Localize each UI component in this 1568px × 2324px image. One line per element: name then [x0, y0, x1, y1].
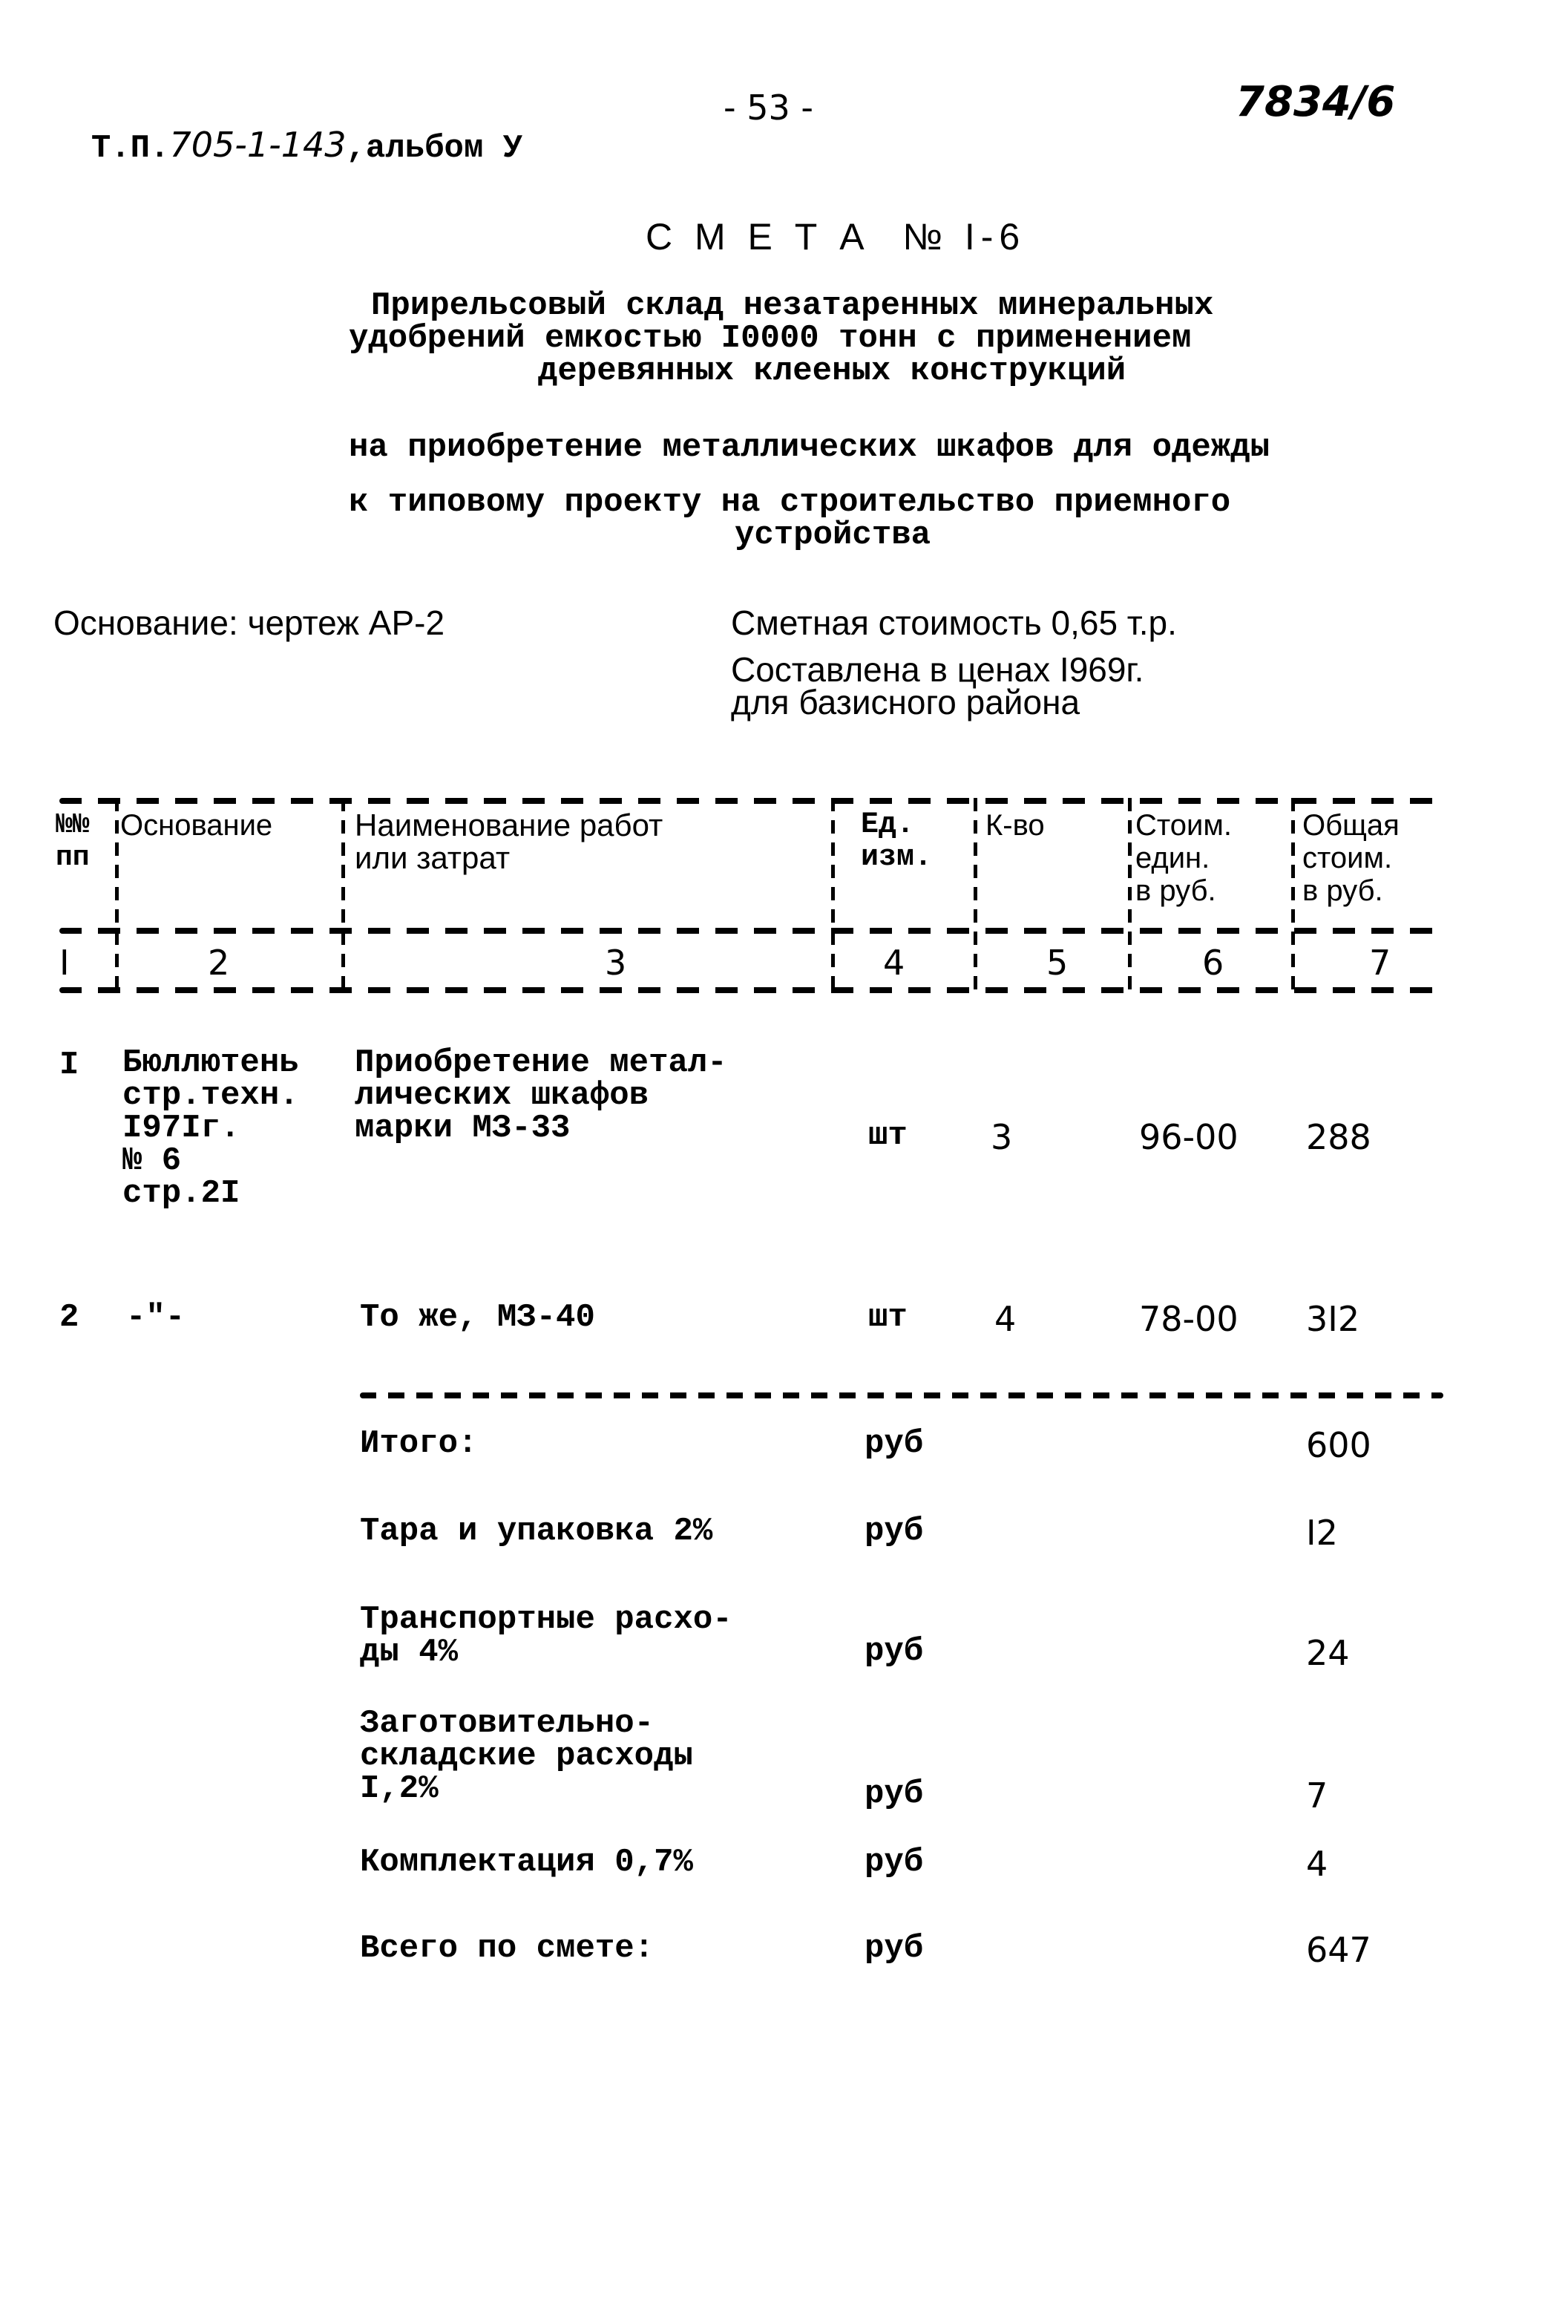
summary-value: 600 — [1306, 1425, 1371, 1465]
summary-label: Комплектация 0,7% — [360, 1844, 693, 1881]
header-total-cost: Общая стоим. в руб. — [1302, 809, 1400, 907]
summary-value: 647 — [1306, 1930, 1371, 1970]
header-basis: Основание — [120, 809, 273, 842]
summary-label: Транспортные расхо- ды 4% — [360, 1601, 732, 1671]
page-number: - 53 - — [724, 88, 813, 128]
row-unit-cost: 78-00 — [1139, 1299, 1239, 1339]
summary-unit: руб — [865, 1633, 924, 1670]
column-number-7: 7 — [1369, 943, 1391, 983]
row-number: 2 — [59, 1299, 79, 1336]
summary-value: 7 — [1306, 1775, 1328, 1816]
row-basis: -"- — [126, 1299, 186, 1336]
summary-value: 24 — [1306, 1633, 1350, 1673]
row-unit: шт — [868, 1299, 908, 1336]
summary-unit: руб — [865, 1425, 924, 1462]
row-basis: Бюллютень стр.техн. I97Iг. № 6 стр.2I — [122, 1044, 299, 1212]
column-divider-2 — [341, 798, 345, 991]
summary-label: Тара и упаковка 2% — [360, 1513, 713, 1550]
header-unit: Ед. изм. — [861, 808, 933, 874]
inventory-number: 7834/6 — [1236, 78, 1396, 126]
summary-label: Итого: — [360, 1425, 478, 1462]
row-number: I — [59, 1047, 79, 1084]
summary-separator — [360, 1392, 1443, 1398]
project-number: 705-1-143 — [169, 125, 347, 165]
summary-unit: руб — [865, 1844, 924, 1881]
summary-unit: руб — [865, 1775, 924, 1813]
table-number-rule — [59, 987, 1443, 993]
summary-value: 4 — [1306, 1844, 1328, 1884]
header-no: №№ пп — [56, 809, 90, 874]
column-number-6: 6 — [1202, 943, 1224, 983]
column-number-1: I — [59, 943, 70, 983]
summary-value: I2 — [1306, 1513, 1338, 1553]
summary-label: Заготовительно- складские расходы I,2% — [360, 1705, 693, 1807]
header-name: Наименование работ или затрат — [355, 808, 663, 875]
row-qty: 3 — [991, 1117, 1013, 1157]
subtitle-line-1: Прирельсовый склад незатаренных минераль… — [371, 287, 1214, 324]
column-number-3: 3 — [605, 943, 627, 983]
row-name: Приобретение метал- лических шкафов марк… — [355, 1044, 727, 1147]
row-total: 288 — [1306, 1117, 1371, 1157]
column-divider-1 — [115, 798, 119, 991]
row-total: 3I2 — [1306, 1299, 1360, 1339]
column-divider-3 — [831, 798, 835, 991]
summary-unit: руб — [865, 1930, 924, 1967]
column-divider-5 — [1128, 798, 1132, 991]
row-name: То же, МЗ-40 — [360, 1299, 595, 1336]
table-header-rule — [59, 928, 1443, 934]
basis-info: Основание: чертеж АР-2 — [53, 603, 445, 642]
column-divider-6 — [1291, 798, 1295, 991]
summary-unit: руб — [865, 1513, 924, 1550]
header-unit-cost: Стоим. един. в руб. — [1135, 809, 1232, 907]
column-number-4: 4 — [883, 943, 905, 983]
column-number-5: 5 — [1046, 943, 1069, 983]
table-top-rule — [59, 798, 1443, 804]
row-qty: 4 — [994, 1299, 1017, 1339]
purpose-line: на приобретение металлических шкафов для… — [349, 429, 1270, 466]
subtitle-line-2: удобрений емкостью I0000 тонн с применен… — [349, 320, 1192, 357]
album-label: ,альбом У — [346, 130, 523, 167]
column-divider-4 — [974, 798, 977, 991]
prices-year: Составлена в ценах I969г. — [731, 650, 1144, 689]
row-unit-cost: 96-00 — [1139, 1117, 1239, 1157]
document-reference: Т.П.705-1-143,альбом У — [52, 88, 522, 167]
project-line-2: устройства — [735, 517, 931, 554]
estimated-cost: Сметная стоимость 0,65 т.р. — [731, 603, 1177, 642]
summary-label: Всего по смете: — [360, 1930, 655, 1967]
prices-region: для базисного района — [731, 683, 1080, 721]
estimate-heading: С М Е Т А № I-6 — [646, 216, 1026, 258]
project-line-1: к типовому проекту на строительство прие… — [349, 484, 1231, 521]
reference-prefix: Т.П. — [91, 130, 170, 167]
column-number-2: 2 — [208, 943, 230, 983]
header-qty: К-во — [985, 809, 1045, 842]
subtitle-line-3: деревянных клееных конструкций — [538, 353, 1126, 390]
row-unit: шт — [868, 1117, 908, 1154]
